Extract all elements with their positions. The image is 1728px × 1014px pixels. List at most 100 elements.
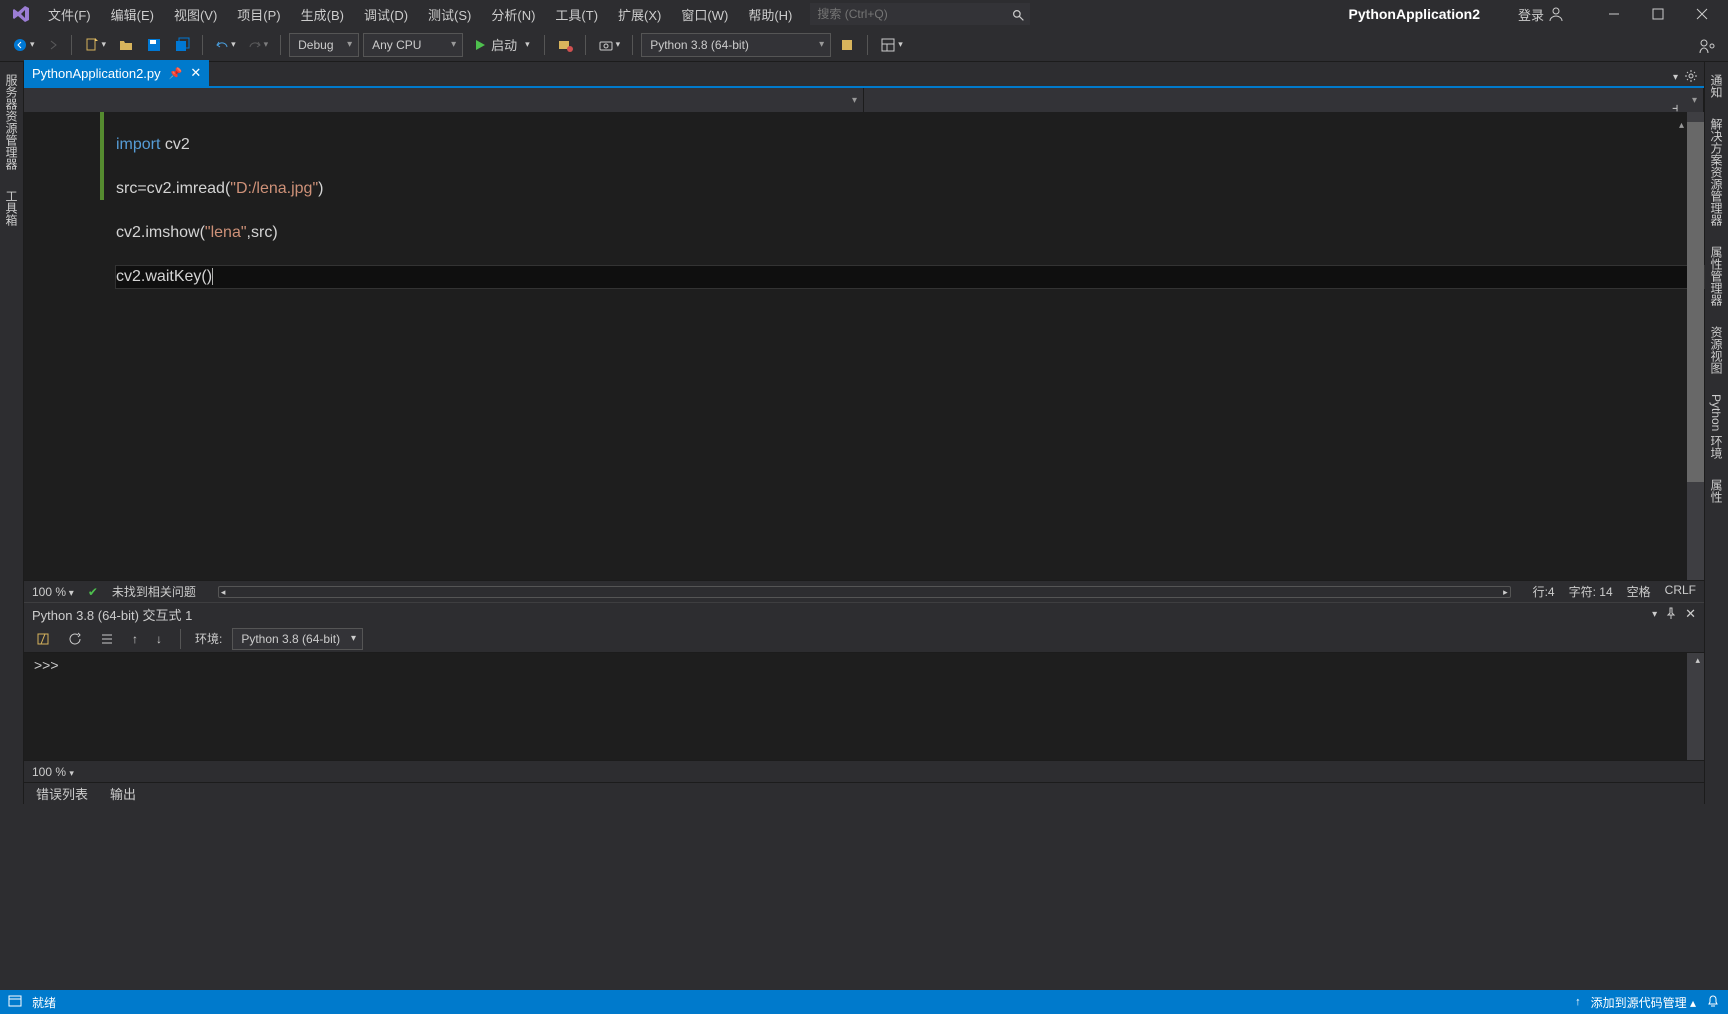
menu-analyze[interactable]: 分析(N) [481, 1, 545, 28]
tab-label: PythonApplication2.py [32, 66, 161, 81]
upload-icon: ↑ [1575, 996, 1581, 1008]
tab-settings-button[interactable] [1684, 69, 1698, 86]
save-button[interactable] [142, 33, 166, 57]
undo-button[interactable]: ▾ [211, 33, 240, 57]
redo-button[interactable]: ▾ [244, 33, 273, 57]
interactive-zoom[interactable]: 100 % ▾ [32, 765, 74, 779]
bottom-tabs: 错误列表 输出 [24, 782, 1704, 804]
minimize-button[interactable] [1592, 1, 1636, 27]
ins-label[interactable]: 空格 [1627, 583, 1651, 600]
python-env-tab[interactable]: Python 环境 [1706, 390, 1727, 463]
menu-project[interactable]: 项目(P) [227, 1, 290, 28]
window-icon [8, 994, 22, 1011]
interactive-pane: Python 3.8 (64-bit) 交互式 1 ▾ ✕ ↑ ↓ 环境: Py… [24, 602, 1704, 782]
close-button[interactable] [1680, 1, 1724, 27]
interactive-scrollbar[interactable]: ▴ [1687, 653, 1704, 760]
save-all-button[interactable] [170, 33, 194, 57]
eol-label[interactable]: CRLF [1665, 583, 1696, 600]
project-name: PythonApplication2 [1319, 6, 1510, 22]
menu-edit[interactable]: 编辑(E) [101, 1, 164, 28]
interactive-title-bar: Python 3.8 (64-bit) 交互式 1 ▾ ✕ [24, 603, 1704, 625]
resource-view-tab[interactable]: 资源视图 [1706, 322, 1727, 378]
close-icon[interactable]: ✕ [1685, 606, 1696, 622]
menu-file[interactable]: 文件(F) [38, 1, 101, 28]
interactive-body[interactable]: >>> ▴ [24, 653, 1704, 760]
property-manager-tab[interactable]: 属性管理器 [1706, 242, 1727, 310]
solution-explorer-tab[interactable]: 解决方案资源管理器 [1706, 114, 1727, 230]
env-combo[interactable]: Python 3.8 (64-bit) [232, 628, 363, 650]
code-editor[interactable]: ⫞ ▴ import cv2 src=cv2.imread("D:/lena.j… [24, 112, 1704, 580]
camera-button[interactable]: ▾ [594, 33, 625, 57]
server-explorer-tab[interactable]: 服务器资源管理器 [1, 70, 22, 174]
menu-extensions[interactable]: 扩展(X) [608, 1, 671, 28]
status-bar: 就绪 ↑ 添加到源代码管理 ▴ [0, 990, 1728, 1014]
toolbox-tab[interactable]: 工具箱 [1, 186, 22, 230]
scope-button[interactable] [32, 627, 54, 651]
main-area: 服务器资源管理器 工具箱 PythonApplication2.py 📌 ✕ ▾… [0, 62, 1728, 804]
pane-menu-button[interactable]: ▾ [1652, 609, 1657, 620]
play-icon [473, 38, 487, 52]
pin-icon[interactable] [1665, 607, 1677, 622]
line-label[interactable]: 行:4 [1533, 583, 1555, 600]
title-bar: 文件(F) 编辑(E) 视图(V) 项目(P) 生成(B) 调试(D) 测试(S… [0, 0, 1728, 28]
start-debug-button[interactable]: 启动▾ [467, 33, 536, 57]
interactive-footer: 100 % ▾ [24, 760, 1704, 782]
python-env-combo[interactable]: Python 3.8 (64-bit) [641, 33, 831, 57]
close-icon[interactable]: ✕ [190, 65, 201, 81]
editor-zone: PythonApplication2.py 📌 ✕ ▾ ⫞ ▴ import c… [24, 62, 1704, 804]
member-combo[interactable] [864, 88, 1704, 112]
interactive-title: Python 3.8 (64-bit) 交互式 1 [32, 605, 192, 624]
history-up-button[interactable]: ↑ [128, 627, 142, 651]
menu-build[interactable]: 生成(B) [291, 1, 354, 28]
properties-tab[interactable]: 属性 [1706, 475, 1727, 507]
col-label[interactable]: 字符: 14 [1569, 583, 1613, 600]
pin-icon[interactable]: 📌 [169, 67, 183, 80]
nav-back-button[interactable]: ▾ [8, 33, 39, 57]
menu-window[interactable]: 窗口(W) [671, 1, 738, 28]
horizontal-scrollbar[interactable]: ◂▸ [218, 586, 1511, 598]
editor-statusbar: 100 % ✔ 未找到相关问题 ◂▸ 行:4 字符: 14 空格 CRLF [24, 580, 1704, 602]
layout-button[interactable]: ▾ [876, 33, 907, 57]
attach-process-button[interactable] [553, 33, 577, 57]
menu-view[interactable]: 视图(V) [164, 1, 227, 28]
nav-bar [24, 88, 1704, 112]
status-ready: 就绪 [32, 994, 56, 1011]
notifications-tab[interactable]: 通知 [1706, 70, 1727, 102]
editor-tab[interactable]: PythonApplication2.py 📌 ✕ [24, 60, 209, 86]
history-down-button[interactable]: ↓ [152, 627, 166, 651]
config-combo[interactable]: Debug [289, 33, 359, 57]
reset-button[interactable] [64, 627, 86, 651]
search-input[interactable] [810, 3, 1030, 25]
maximize-button[interactable] [1636, 1, 1680, 27]
tab-overflow-button[interactable]: ▾ [1673, 72, 1678, 83]
platform-combo[interactable]: Any CPU [363, 33, 463, 57]
vertical-scrollbar[interactable] [1687, 112, 1704, 580]
zoom-combo[interactable]: 100 % [32, 585, 74, 599]
login-button[interactable]: 登录 [1510, 5, 1572, 24]
search-box [810, 3, 1310, 25]
main-toolbar: ▾ ▾ ▾ ▾ Debug Any CPU 启动▾ ▾ Python 3.8 (… [0, 28, 1728, 62]
menu-bar: 文件(F) 编辑(E) 视图(V) 项目(P) 生成(B) 调试(D) 测试(S… [38, 1, 802, 28]
menu-tools[interactable]: 工具(T) [545, 1, 608, 28]
menu-debug[interactable]: 调试(D) [354, 1, 418, 28]
search-icon[interactable] [1010, 7, 1026, 23]
menu-test[interactable]: 测试(S) [418, 1, 481, 28]
right-rail: 通知 解决方案资源管理器 属性管理器 资源视图 Python 环境 属性 [1704, 62, 1728, 804]
error-list-tab[interactable]: 错误列表 [32, 782, 92, 805]
clear-button[interactable] [96, 627, 118, 651]
scm-button[interactable]: 添加到源代码管理 ▴ [1591, 994, 1696, 1011]
env-label: 环境: [195, 630, 222, 647]
scope-combo[interactable] [24, 88, 864, 112]
interactive-toolbar: ↑ ↓ 环境: Python 3.8 (64-bit) [24, 625, 1704, 653]
left-rail: 服务器资源管理器 工具箱 [0, 62, 24, 804]
gear-icon [1684, 69, 1698, 83]
open-file-button[interactable] [114, 33, 138, 57]
bell-icon[interactable] [1706, 994, 1720, 1011]
menu-help[interactable]: 帮助(H) [738, 1, 802, 28]
new-file-button[interactable]: ▾ [80, 33, 111, 57]
nav-forward-button[interactable] [43, 33, 63, 57]
repl-prompt: >>> [34, 657, 59, 673]
output-tab[interactable]: 输出 [106, 782, 140, 805]
package-button[interactable] [835, 33, 859, 57]
live-share-button[interactable] [1694, 33, 1720, 57]
